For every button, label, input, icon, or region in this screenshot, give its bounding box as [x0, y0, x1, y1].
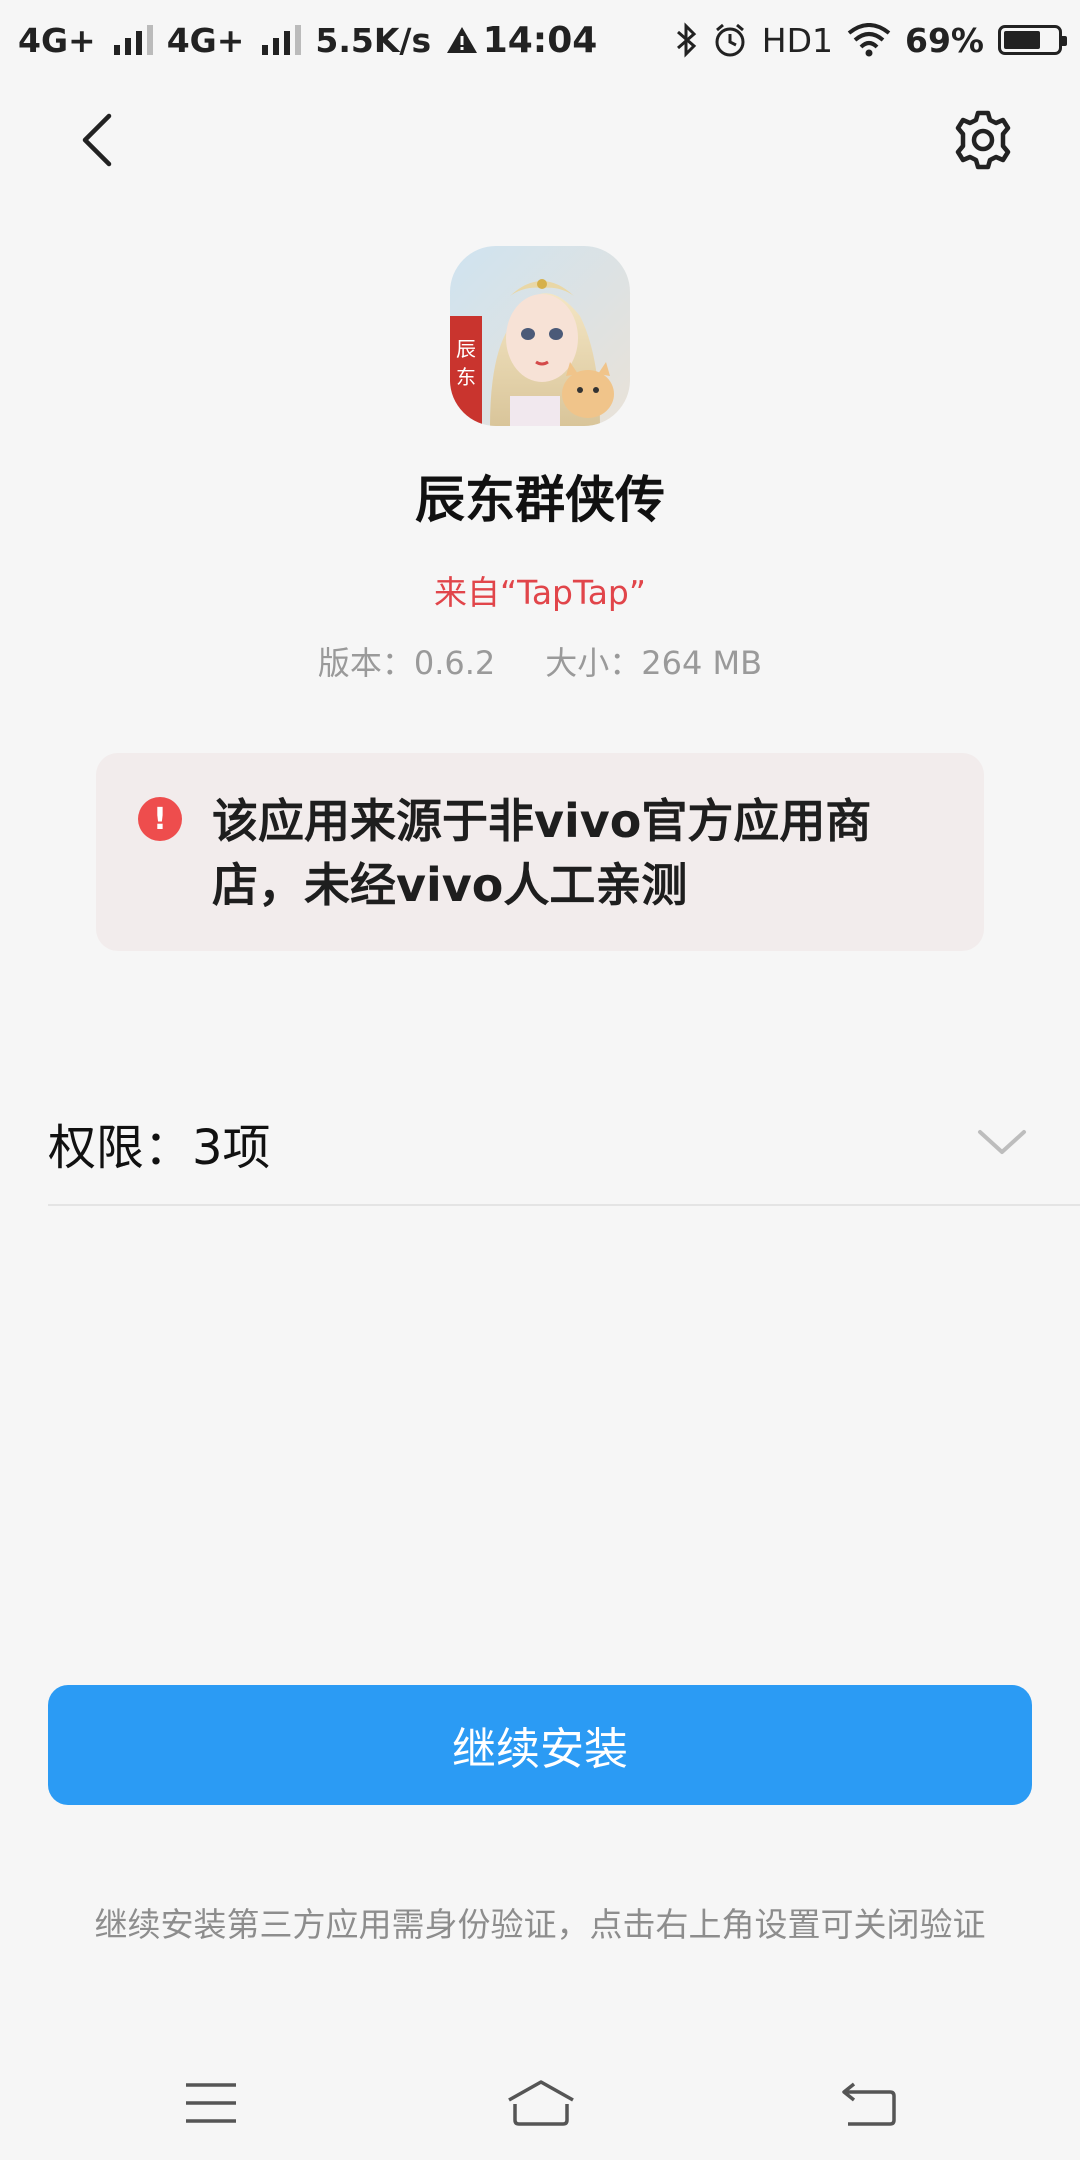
exclamation-icon: ! [138, 797, 182, 841]
status-left: 4G+ 4G+ 5.5K/s [18, 21, 479, 60]
settings-button[interactable] [948, 105, 1018, 175]
net-speed: 5.5K/s [315, 20, 432, 60]
app-icon: 辰 东 [450, 246, 630, 426]
network-type-2: 4G+ [166, 20, 245, 60]
home-icon [508, 2080, 574, 2126]
warning-box: ! 该应用来源于非vivo官方应用商店，未经vivo人工亲测 [96, 753, 984, 951]
network-type-1: 4G+ [18, 20, 96, 60]
signal-icon [113, 25, 153, 55]
back-nav-button[interactable] [824, 2068, 914, 2138]
chevron-down-icon [978, 1130, 1026, 1154]
back-button[interactable] [62, 105, 132, 175]
app-source: 来自“TapTap” [434, 573, 646, 612]
app-size: 大小：264 MB [545, 644, 763, 682]
svg-text:东: 东 [456, 366, 476, 389]
alarm-icon [715, 23, 745, 57]
home-button[interactable] [496, 2068, 586, 2138]
alert-triangle-icon [447, 27, 478, 53]
wifi-icon [847, 23, 891, 57]
gear-icon [955, 110, 1011, 170]
signal-icon [262, 25, 302, 55]
return-icon [842, 2082, 896, 2126]
app-meta: 版本：0.6.2 大小：264 MB [0, 638, 1080, 684]
status-bar: 4G+ 4G+ 5.5K/s 14:04 HD1 69% [0, 0, 1080, 80]
status-right: HD1 69% [674, 20, 1067, 60]
app-icon-text: 辰 [456, 339, 476, 361]
menu-icon [186, 2083, 236, 2123]
app-name: 辰东群侠传 [415, 471, 665, 529]
bluetooth-icon [676, 22, 696, 58]
warning-text: 该应用来源于非vivo官方应用商店，未经vivo人工亲测 [212, 794, 872, 912]
navigation-bar [0, 2040, 1080, 2160]
battery-percent: 69% [905, 20, 984, 60]
permissions-row[interactable]: 权限：3项 [48, 1096, 1080, 1206]
chevron-left-icon [82, 113, 112, 167]
continue-install-button[interactable]: 继续安装 [48, 1685, 1032, 1805]
menu-button[interactable] [166, 2068, 256, 2138]
app-version: 版本：0.6.2 [317, 644, 496, 682]
permissions-label: 权限：3项 [48, 1120, 271, 1176]
battery-icon [998, 25, 1067, 55]
verification-note: 继续安装第三方应用需身份验证，点击右上角设置可关闭验证 [94, 1905, 986, 1944]
hd-indicator: HD1 [761, 20, 833, 60]
